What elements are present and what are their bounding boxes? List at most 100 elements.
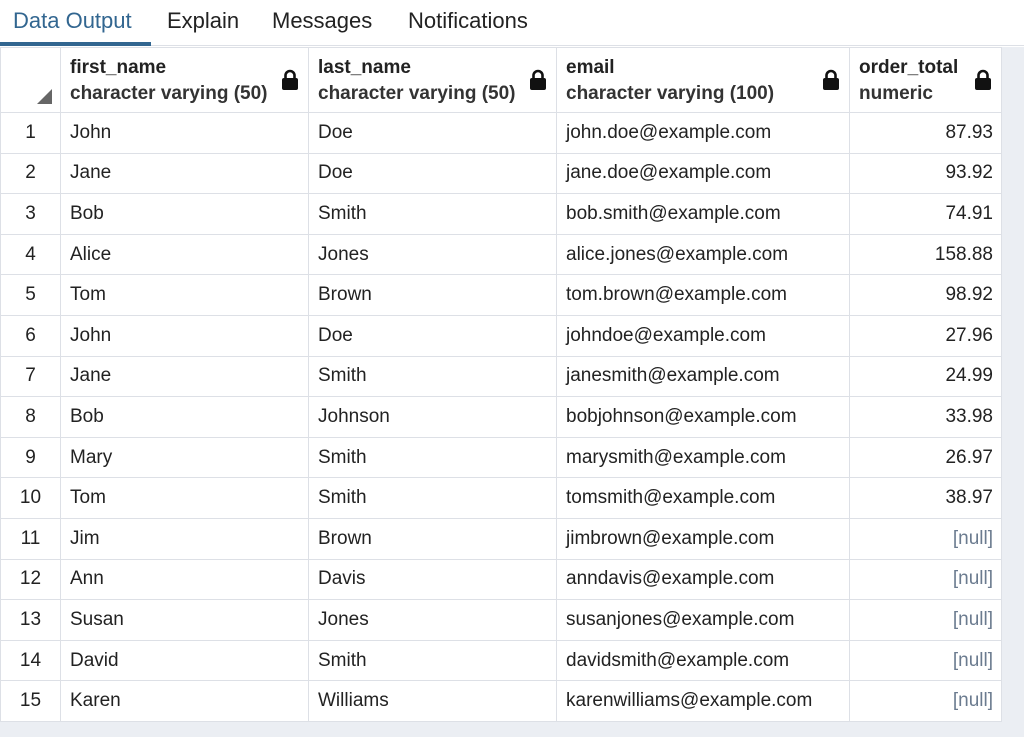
email-cell[interactable]: marysmith@example.com bbox=[556, 436, 850, 479]
column-header-order-total[interactable]: order_total numeric bbox=[849, 47, 1002, 113]
order-total-cell[interactable]: [null] bbox=[849, 599, 1002, 641]
order-total-cell[interactable]: 27.96 bbox=[849, 314, 1002, 357]
email-cell[interactable]: alice.jones@example.com bbox=[556, 233, 850, 276]
table-row[interactable]: 13 Susan Jones susanjones@example.com [null] bbox=[0, 599, 1002, 641]
email-cell[interactable]: karenwilliams@example.com bbox=[556, 680, 850, 722]
row-number[interactable]: 13 bbox=[0, 599, 61, 641]
table-row[interactable]: 12 Ann Davis anndavis@example.com [null] bbox=[0, 558, 1002, 601]
last-name-cell[interactable]: Brown bbox=[308, 274, 557, 316]
email-cell[interactable]: john.doe@example.com bbox=[556, 112, 850, 154]
first-name-cell[interactable]: Bob bbox=[60, 193, 309, 235]
table-row[interactable]: 3 Bob Smith bob.smith@example.com 74.91 bbox=[0, 193, 1002, 235]
tab-data-output[interactable]: Data Output bbox=[13, 0, 132, 46]
row-number[interactable]: 2 bbox=[0, 152, 61, 195]
order-total-cell[interactable]: 98.92 bbox=[849, 274, 1002, 316]
first-name-cell[interactable]: Ann bbox=[60, 558, 309, 601]
row-number[interactable]: 7 bbox=[0, 355, 61, 398]
tab-messages[interactable]: Messages bbox=[272, 0, 372, 46]
column-header-last-name[interactable]: last_name character varying (50) bbox=[308, 47, 557, 113]
table-row[interactable]: 5 Tom Brown tom.brown@example.com 98.92 bbox=[0, 274, 1002, 316]
row-number[interactable]: 1 bbox=[0, 112, 61, 154]
column-header-first-name[interactable]: first_name character varying (50) bbox=[60, 47, 309, 113]
table-row[interactable]: 9 Mary Smith marysmith@example.com 26.97 bbox=[0, 436, 1002, 479]
first-name-cell[interactable]: John bbox=[60, 314, 309, 357]
last-name-cell[interactable]: Doe bbox=[308, 314, 557, 357]
order-total-cell[interactable]: [null] bbox=[849, 639, 1002, 682]
last-name-cell[interactable]: Brown bbox=[308, 517, 557, 560]
row-number[interactable]: 5 bbox=[0, 274, 61, 316]
order-total-cell[interactable]: [null] bbox=[849, 517, 1002, 560]
email-cell[interactable]: bob.smith@example.com bbox=[556, 193, 850, 235]
row-number[interactable]: 3 bbox=[0, 193, 61, 235]
row-number[interactable]: 9 bbox=[0, 436, 61, 479]
last-name-cell[interactable]: Jones bbox=[308, 599, 557, 641]
email-cell[interactable]: johndoe@example.com bbox=[556, 314, 850, 357]
last-name-cell[interactable]: Jones bbox=[308, 233, 557, 276]
last-name-cell[interactable]: Williams bbox=[308, 680, 557, 722]
email-cell[interactable]: davidsmith@example.com bbox=[556, 639, 850, 682]
table-row[interactable]: 14 David Smith davidsmith@example.com [null] bbox=[0, 639, 1002, 682]
table-row[interactable]: 4 Alice Jones alice.jones@example.com 158.88 bbox=[0, 233, 1002, 276]
first-name-cell[interactable]: Jane bbox=[60, 355, 309, 398]
email-cell[interactable]: tom.brown@example.com bbox=[556, 274, 850, 316]
email-cell[interactable]: jimbrown@example.com bbox=[556, 517, 850, 560]
last-name-cell[interactable]: Smith bbox=[308, 436, 557, 479]
last-name-cell[interactable]: Davis bbox=[308, 558, 557, 601]
first-name-cell[interactable]: Mary bbox=[60, 436, 309, 479]
last-name-cell[interactable]: Smith bbox=[308, 193, 557, 235]
last-name-cell[interactable]: Smith bbox=[308, 477, 557, 519]
order-total-cell[interactable]: [null] bbox=[849, 558, 1002, 601]
email-cell[interactable]: susanjones@example.com bbox=[556, 599, 850, 641]
order-total-cell[interactable]: 24.99 bbox=[849, 355, 1002, 398]
first-name-cell[interactable]: Susan bbox=[60, 599, 309, 641]
order-total-cell[interactable]: 93.92 bbox=[849, 152, 1002, 195]
first-name-cell[interactable]: Jane bbox=[60, 152, 309, 195]
order-total-cell[interactable]: 74.91 bbox=[849, 193, 1002, 235]
first-name-cell[interactable]: John bbox=[60, 112, 309, 154]
email-cell[interactable]: jane.doe@example.com bbox=[556, 152, 850, 195]
last-name-cell[interactable]: Johnson bbox=[308, 396, 557, 438]
row-number[interactable]: 12 bbox=[0, 558, 61, 601]
order-total-cell[interactable]: 26.97 bbox=[849, 436, 1002, 479]
order-total-cell[interactable]: 33.98 bbox=[849, 396, 1002, 438]
table-row[interactable]: 10 Tom Smith tomsmith@example.com 38.97 bbox=[0, 477, 1002, 519]
first-name-cell[interactable]: Tom bbox=[60, 274, 309, 316]
row-number[interactable]: 14 bbox=[0, 639, 61, 682]
order-total-cell[interactable]: 158.88 bbox=[849, 233, 1002, 276]
row-number[interactable]: 15 bbox=[0, 680, 61, 722]
column-header-email[interactable]: email character varying (100) bbox=[556, 47, 850, 113]
email-cell[interactable]: janesmith@example.com bbox=[556, 355, 850, 398]
table-row[interactable]: 11 Jim Brown jimbrown@example.com [null] bbox=[0, 517, 1002, 560]
select-all-cell[interactable] bbox=[0, 47, 61, 113]
first-name-cell[interactable]: David bbox=[60, 639, 309, 682]
email-cell[interactable]: anndavis@example.com bbox=[556, 558, 850, 601]
table-row[interactable]: 2 Jane Doe jane.doe@example.com 93.92 bbox=[0, 152, 1002, 195]
tab-notifications[interactable]: Notifications bbox=[408, 0, 528, 46]
first-name-cell[interactable]: Karen bbox=[60, 680, 309, 722]
last-name-cell[interactable]: Doe bbox=[308, 152, 557, 195]
order-total-cell[interactable]: [null] bbox=[849, 680, 1002, 722]
first-name-cell[interactable]: Tom bbox=[60, 477, 309, 519]
row-number[interactable]: 10 bbox=[0, 477, 61, 519]
row-number[interactable]: 11 bbox=[0, 517, 61, 560]
last-name-cell[interactable]: Doe bbox=[308, 112, 557, 154]
order-total-cell[interactable]: 87.93 bbox=[849, 112, 1002, 154]
table-row[interactable]: 1 John Doe john.doe@example.com 87.93 bbox=[0, 112, 1002, 154]
last-name-cell[interactable]: Smith bbox=[308, 639, 557, 682]
row-number[interactable]: 8 bbox=[0, 396, 61, 438]
first-name-cell[interactable]: Alice bbox=[60, 233, 309, 276]
order-total-cell[interactable]: 38.97 bbox=[849, 477, 1002, 519]
table-row[interactable]: 7 Jane Smith janesmith@example.com 24.99 bbox=[0, 355, 1002, 398]
first-name-cell[interactable]: Jim bbox=[60, 517, 309, 560]
first-name-cell[interactable]: Bob bbox=[60, 396, 309, 438]
row-number[interactable]: 4 bbox=[0, 233, 61, 276]
tab-explain[interactable]: Explain bbox=[167, 0, 239, 46]
table-row[interactable]: 6 John Doe johndoe@example.com 27.96 bbox=[0, 314, 1002, 357]
select-all-corner-icon[interactable] bbox=[37, 89, 52, 104]
row-number[interactable]: 6 bbox=[0, 314, 61, 357]
table-row[interactable]: 8 Bob Johnson bobjohnson@example.com 33.98 bbox=[0, 396, 1002, 438]
last-name-cell[interactable]: Smith bbox=[308, 355, 557, 398]
table-row[interactable]: 15 Karen Williams karenwilliams@example.com… bbox=[0, 680, 1002, 722]
email-cell[interactable]: tomsmith@example.com bbox=[556, 477, 850, 519]
email-cell[interactable]: bobjohnson@example.com bbox=[556, 396, 850, 438]
